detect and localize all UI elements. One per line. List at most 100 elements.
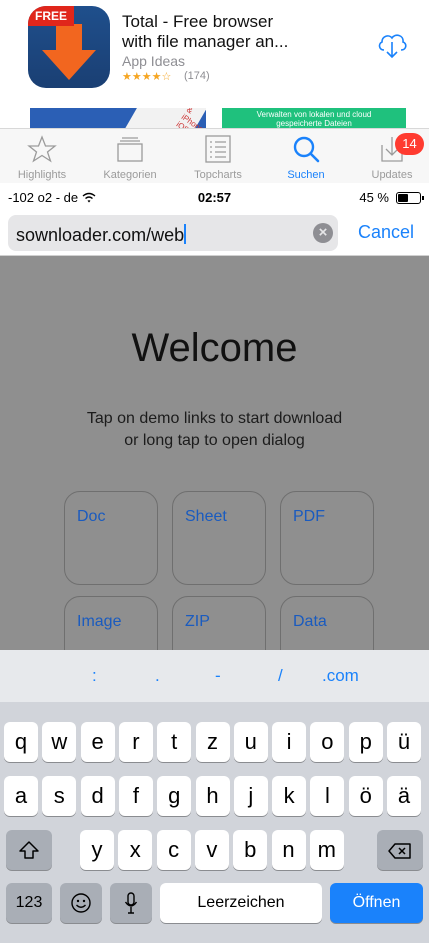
microphone-icon [124, 892, 138, 914]
tab-topcharts[interactable]: Topcharts [178, 129, 258, 184]
text-cursor [184, 224, 187, 244]
app-title-line1: Total - Free browser [122, 12, 274, 31]
tab-label: Highlights [17, 169, 67, 181]
banner-text-line1: Verwalten von lokalen und cloud [256, 110, 372, 119]
dictation-key[interactable] [110, 883, 152, 923]
key-o[interactable]: o [310, 722, 345, 762]
shift-key[interactable] [6, 830, 52, 870]
key-t[interactable]: t [157, 722, 192, 762]
url-text: sownloader.com/web [16, 225, 185, 245]
suggestion-slash[interactable]: / [278, 666, 283, 686]
status-bar: -102 o2 - de 02:57 45 % [0, 188, 429, 208]
backspace-key[interactable] [377, 830, 423, 870]
tab-suchen[interactable]: Suchen [266, 129, 346, 184]
demo-link-label: PDF [293, 508, 325, 525]
clear-text-icon[interactable]: × [313, 223, 333, 243]
key-x[interactable]: x [118, 830, 153, 870]
screenshot-banner-right: Verwalten von lokalen und cloud gespeich… [222, 108, 406, 130]
demo-link-data[interactable]: Data [280, 596, 374, 650]
cancel-button[interactable]: Cancel [358, 222, 414, 243]
shift-icon [19, 841, 39, 859]
instructions-line1: Tap on demo links to start download [86, 410, 343, 427]
key-z[interactable]: z [195, 722, 230, 762]
app-title[interactable]: Total - Free browser with file manager a… [122, 12, 352, 52]
key-m[interactable]: m [309, 830, 344, 870]
suggestion-colon[interactable]: : [92, 666, 97, 686]
instructions-text: Tap on demo links to start download or l… [0, 408, 429, 452]
key-g[interactable]: g [157, 776, 192, 816]
key-h[interactable]: h [195, 776, 230, 816]
app-icon[interactable]: FREE [28, 6, 110, 88]
url-input[interactable]: sownloader.com/web [8, 215, 338, 251]
tab-label: Topcharts [194, 169, 242, 181]
battery-percent: 45 % [359, 190, 389, 205]
rating-count: (174) [184, 70, 210, 82]
banner-text-line2: gespeicherte Dateien [276, 119, 352, 128]
categories-icon [117, 137, 143, 162]
key-w[interactable]: w [42, 722, 77, 762]
key-f[interactable]: f [118, 776, 153, 816]
key-s[interactable]: s [42, 776, 77, 816]
key-j[interactable]: j [233, 776, 268, 816]
demo-link-sheet[interactable]: Sheet [172, 491, 266, 585]
tab-label: Updates [371, 169, 413, 181]
suggestion-dot[interactable]: . [155, 666, 160, 686]
key-u[interactable]: u [233, 722, 268, 762]
suggestion-dotcom[interactable]: .com [322, 666, 359, 686]
demo-link-label: Sheet [185, 508, 227, 525]
web-content: Welcome Tap on demo links to start downl… [0, 256, 429, 650]
tab-label: Kategorien [103, 169, 157, 181]
free-badge: FREE [28, 6, 74, 26]
key-p[interactable]: p [348, 722, 383, 762]
demo-link-label: Image [77, 613, 122, 630]
app-store-tabbar: Highlights Kategorien Topcharts Suchen U… [0, 128, 429, 183]
rating-stars: ★★★★☆ [122, 71, 172, 83]
instructions-line2: or long tap to open dialog [124, 432, 305, 449]
key-l[interactable]: l [310, 776, 345, 816]
search-icon [293, 136, 320, 163]
key-d[interactable]: d [80, 776, 115, 816]
key-ä[interactable]: ä [387, 776, 421, 816]
updates-badge: 14 [395, 133, 424, 155]
emoji-key[interactable] [60, 883, 102, 923]
key-k[interactable]: k [272, 776, 307, 816]
welcome-heading: Welcome [131, 326, 298, 370]
cloud-download-icon[interactable] [376, 30, 408, 60]
tab-label: Suchen [287, 169, 325, 181]
app-developer: App Ideas [122, 53, 186, 69]
keyboard: : . - / .com qwertzuiopü asdfghjklöä yxc… [0, 650, 429, 943]
key-n[interactable]: n [271, 830, 306, 870]
app-title-line2: with file manager an... [122, 32, 289, 51]
demo-link-doc[interactable]: Doc [64, 491, 158, 585]
emoji-icon [71, 893, 91, 913]
open-key[interactable]: Öffnen [330, 883, 423, 923]
key-a[interactable]: a [4, 776, 38, 816]
key-ö[interactable]: ö [348, 776, 383, 816]
key-y[interactable]: y [80, 830, 114, 870]
demo-link-label: Doc [77, 508, 106, 525]
star-icon [27, 135, 57, 163]
space-key[interactable]: Leerzeichen [160, 883, 322, 923]
key-i[interactable]: i [272, 722, 307, 762]
list-icon [205, 135, 231, 163]
demo-link-image[interactable]: Image [64, 596, 158, 650]
key-e[interactable]: e [80, 722, 115, 762]
numbers-key[interactable]: 123 [6, 883, 52, 923]
demo-link-label: ZIP [185, 613, 210, 630]
key-ü[interactable]: ü [387, 722, 421, 762]
tab-highlights[interactable]: Highlights [2, 129, 82, 184]
demo-link-zip[interactable]: ZIP [172, 596, 266, 650]
key-q[interactable]: q [4, 722, 38, 762]
demo-link-pdf[interactable]: PDF [280, 491, 374, 585]
url-suggestion-bar: : . - / .com [0, 650, 429, 702]
key-v[interactable]: v [194, 830, 229, 870]
suggestion-dash[interactable]: - [215, 666, 221, 686]
key-r[interactable]: r [118, 722, 153, 762]
key-c[interactable]: c [156, 830, 191, 870]
key-b[interactable]: b [233, 830, 268, 870]
demo-link-label: Data [293, 613, 327, 630]
app-store-card: FREE Total - Free browser with file mana… [0, 0, 429, 130]
tab-kategorien[interactable]: Kategorien [90, 129, 170, 184]
screenshot-banner-left: & iPhone iOS [30, 108, 206, 130]
backspace-icon [388, 843, 411, 859]
